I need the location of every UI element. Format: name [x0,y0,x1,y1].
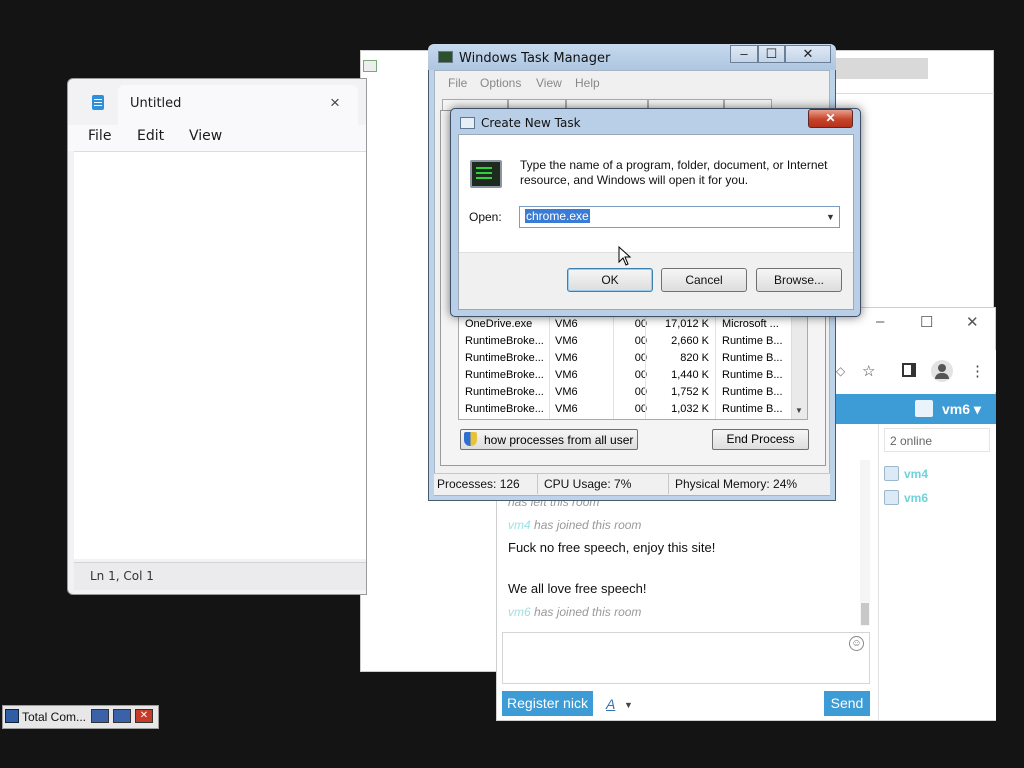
taskbar-item-label: Total Com... [22,710,87,724]
scroll-down-icon[interactable]: ▼ [795,406,803,415]
emoji-icon[interactable]: ☺ [849,636,864,651]
user-avatar-icon [884,466,899,481]
tm-menu-file[interactable]: File [448,76,467,90]
chat-message: Fuck no free speech, enjoy this site! [508,540,716,555]
maximize-icon[interactable]: ☐ [920,313,933,331]
mouse-pointer-icon [618,246,632,266]
tm-menu-view[interactable]: View [536,76,562,90]
side-panel-icon[interactable] [902,363,916,377]
dialog-close-button[interactable]: ✕ [808,109,853,128]
table-row[interactable]: RuntimeBroke... VM6 00 1,752 K Runtime B… [459,385,791,402]
menu-view[interactable]: View [189,128,222,144]
system-message: vm4 has joined this room [508,518,642,532]
cursor-position: Ln 1, Col 1 [90,569,154,583]
maximize-icon[interactable] [113,709,131,723]
dialog-icon [460,117,475,129]
task-manager-icon [438,51,453,63]
run-program-icon [470,160,502,188]
menu-edit[interactable]: Edit [137,128,164,144]
user-list-item[interactable]: vm4 [904,467,928,481]
chat-scrollbar[interactable] [860,460,870,626]
table-row[interactable]: RuntimeBroke... VM6 00 820 K Runtime B..… [459,351,791,368]
user-list-item[interactable]: vm6 [904,491,928,505]
user-avatar-icon [884,490,899,505]
uac-shield-icon [464,432,477,446]
notepad-window: Untitled × File Edit View Ln 1, Col 1 [67,78,367,595]
cancel-button[interactable]: Cancel [661,268,747,292]
chevron-down-icon[interactable]: ▼ [826,212,835,222]
font-style-button[interactable]: A [606,696,615,712]
more-menu-icon[interactable]: ⋮ [970,362,985,380]
system-message: vm6 has joined this room [508,605,642,619]
tm-menu-options[interactable]: Options [480,76,521,90]
menu-file[interactable]: File [88,128,111,144]
chat-message: We all love free speech! [508,581,647,596]
close-button[interactable]: ✕ [785,45,831,63]
share-icon[interactable]: ◇ [836,364,845,378]
ok-button[interactable]: OK [567,268,653,292]
notepad-editor[interactable] [74,151,366,559]
task-manager-title: Windows Task Manager [459,51,611,66]
dialog-description: Type the name of a program, folder, docu… [520,158,828,187]
chevron-down-icon[interactable]: ▼ [624,700,633,710]
tm-menu-help[interactable]: Help [575,76,600,90]
physical-memory: Physical Memory: 24% [675,477,798,491]
send-button[interactable]: Send [824,691,870,716]
open-label: Open: [469,210,502,224]
notepad-icon [92,95,104,110]
cpu-usage: CPU Usage: 7% [544,477,632,491]
table-row[interactable]: RuntimeBroke... VM6 00 2,660 K Runtime B… [459,334,791,351]
register-nick-button[interactable]: Register nick [502,691,593,716]
background-window-icon [363,60,377,72]
profile-icon[interactable] [931,360,953,382]
table-row[interactable]: OneDrive.exe VM6 00 17,012 K Microsoft .… [459,317,791,334]
star-icon[interactable]: ☆ [862,362,875,380]
notepad-title: Untitled [130,96,182,111]
dialog-title: Create New Task [481,116,581,130]
minimize-icon[interactable]: – [876,313,884,330]
browse-button[interactable]: Browse... [756,268,842,292]
end-process-button[interactable]: End Process [712,429,809,450]
table-row[interactable]: RuntimeBroke... VM6 00 1,032 K Runtime B… [459,402,791,419]
open-input-value[interactable]: chrome.exe [525,209,590,223]
chat-scrollbar-thumb[interactable] [861,603,869,625]
restore-icon[interactable] [91,709,109,723]
current-user-menu[interactable]: vm6 ▾ [942,401,981,418]
close-icon[interactable]: ✕ [135,709,153,723]
floppy-icon [5,709,19,723]
show-all-processes-label: how processes from all user [484,433,634,447]
table-row[interactable]: RuntimeBroke... VM6 00 1,440 K Runtime B… [459,368,791,385]
minimize-button[interactable]: ‒ [730,45,758,63]
background-window-divider [836,93,994,94]
background-window-bar [836,58,928,79]
message-input[interactable] [502,632,870,684]
user-avatar-icon [915,400,933,417]
close-tab-icon[interactable]: × [330,93,340,113]
online-count: 2 online [884,428,990,452]
process-count: Processes: 126 [437,477,520,491]
close-icon[interactable]: ✕ [966,313,979,331]
maximize-button[interactable]: ☐ [758,45,785,63]
process-list-scrollbar[interactable] [791,317,807,419]
